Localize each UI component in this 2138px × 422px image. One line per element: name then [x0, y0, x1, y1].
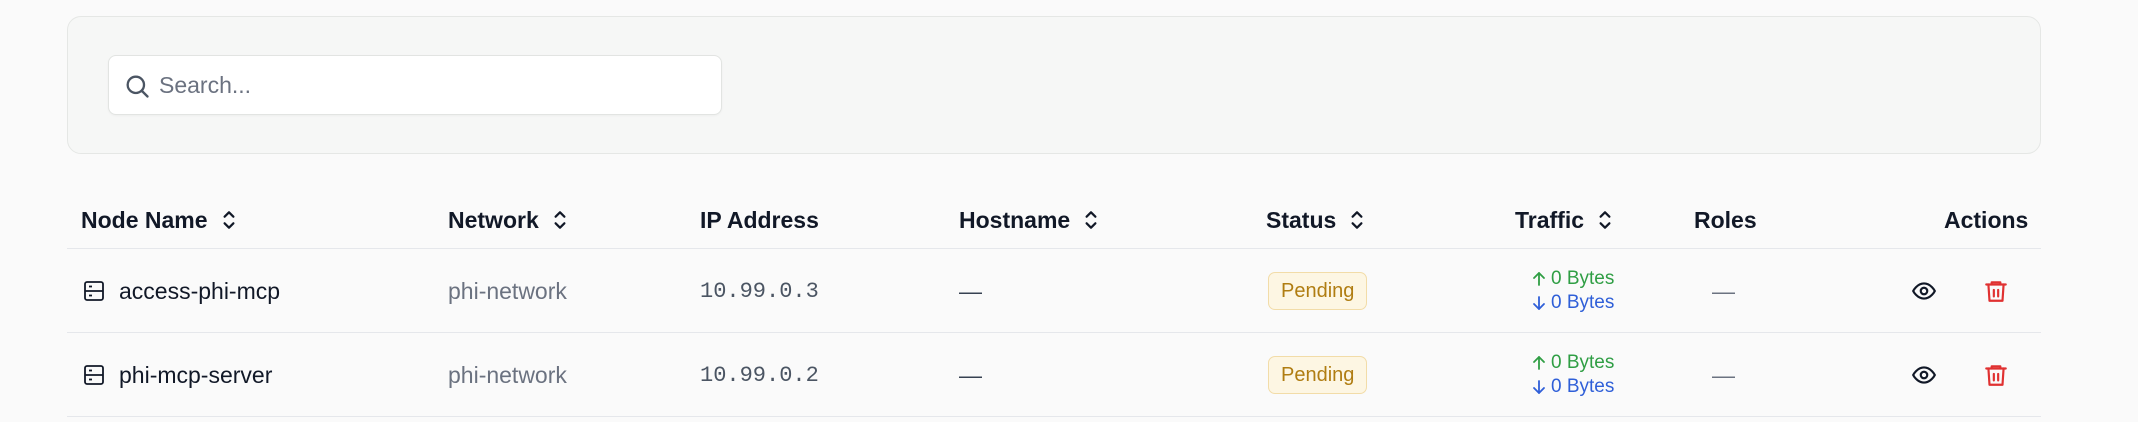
search-icon [126, 75, 149, 98]
trash-icon [1985, 281, 2007, 302]
traffic-up: 0 Bytes [1532, 352, 1614, 374]
header-node-name[interactable]: Node Name [81, 206, 238, 234]
status-cell: Pending [1268, 333, 1368, 417]
trash-icon [1985, 365, 2007, 386]
header-hostname[interactable]: Hostname [959, 206, 1100, 234]
traffic-up: 0 Bytes [1532, 268, 1614, 290]
node-name[interactable]: phi-mcp-server [119, 362, 272, 389]
delete-button[interactable] [1982, 361, 2010, 389]
hostname-cell: — [959, 277, 982, 304]
ip-address-cell: 10.99.0.2 [700, 362, 819, 388]
header-ip-address: IP Address [700, 206, 819, 233]
sort-icon [223, 211, 235, 229]
sort-icon [1599, 211, 1611, 229]
ip-address-cell: 10.99.0.3 [700, 278, 819, 304]
arrow-down-icon [1533, 380, 1545, 394]
search-card [67, 16, 2041, 154]
eye-icon [1912, 282, 1936, 300]
sort-icon [1085, 211, 1097, 229]
hostname-cell: — [959, 361, 982, 388]
node-name-cell: access-phi-mcp [83, 249, 280, 333]
search-box[interactable] [108, 55, 722, 115]
table-header: Node Name Network IP Address Hostname St… [67, 190, 2041, 249]
traffic-down: 0 Bytes [1532, 292, 1614, 314]
eye-icon [1912, 366, 1936, 384]
server-icon [84, 281, 104, 301]
arrow-up-icon [1533, 356, 1545, 370]
sort-icon [554, 211, 566, 229]
arrow-up-icon [1533, 272, 1545, 286]
header-actions: Actions [1944, 206, 2029, 233]
status-badge: Pending [1268, 272, 1368, 310]
network-cell: phi-network [448, 361, 567, 388]
status-cell: Pending [1268, 249, 1368, 333]
header-traffic[interactable]: Traffic [1515, 206, 1614, 234]
delete-button[interactable] [1982, 277, 2010, 305]
view-button[interactable] [1910, 361, 1938, 389]
traffic-down: 0 Bytes [1532, 376, 1614, 398]
table-row[interactable]: access-phi-mcp phi-network 10.99.0.3 — P… [67, 249, 2041, 333]
roles-cell: — [1712, 361, 1735, 388]
view-button[interactable] [1910, 277, 1938, 305]
network-cell: phi-network [448, 277, 567, 304]
table-row[interactable]: phi-mcp-server phi-network 10.99.0.2 — P… [67, 333, 2041, 417]
server-icon [84, 365, 104, 385]
header-roles: Roles [1694, 206, 1757, 233]
nodes-table: Node Name Network IP Address Hostname St… [67, 190, 2041, 417]
node-name[interactable]: access-phi-mcp [119, 278, 280, 305]
sort-icon [1351, 211, 1363, 229]
roles-cell: — [1712, 277, 1735, 304]
arrow-down-icon [1533, 296, 1545, 310]
traffic-cell: 0 Bytes 0 Bytes [1532, 249, 1614, 333]
status-badge: Pending [1268, 356, 1368, 394]
search-input[interactable] [159, 56, 709, 114]
header-status[interactable]: Status [1266, 206, 1366, 234]
traffic-cell: 0 Bytes 0 Bytes [1532, 333, 1614, 417]
header-network[interactable]: Network [448, 206, 569, 234]
node-name-cell: phi-mcp-server [83, 333, 272, 417]
